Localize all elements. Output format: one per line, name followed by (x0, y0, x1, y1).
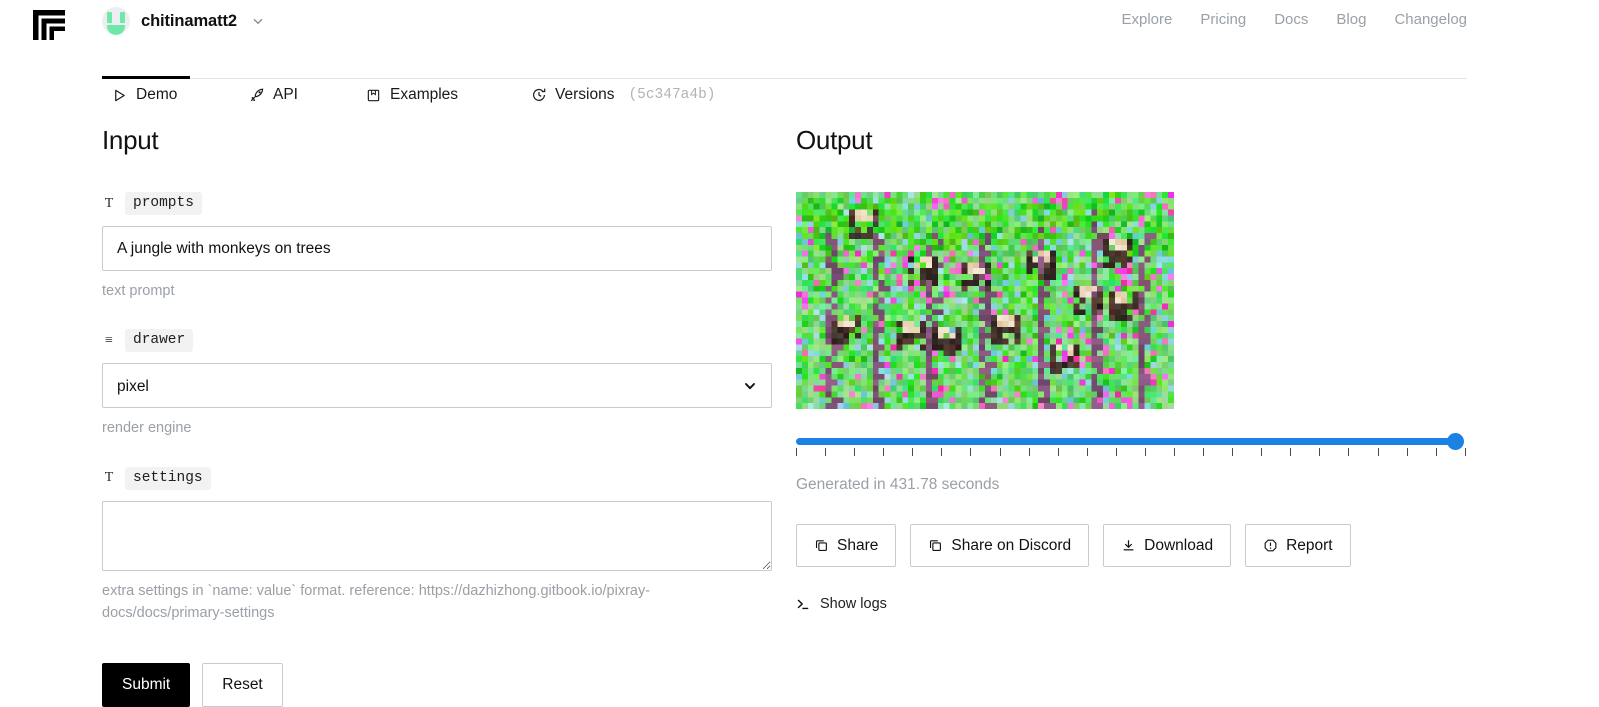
field-drawer-label: ≡ drawer (102, 329, 774, 353)
input-title: Input (102, 125, 159, 155)
tab-examples-label: Examples (390, 86, 459, 103)
download-icon (1121, 538, 1136, 553)
tab-api-label: API (273, 86, 298, 103)
main-nav: Explore Pricing Docs Blog Changelog (1122, 11, 1468, 28)
field-prompts-name: prompts (125, 192, 202, 215)
text-type-icon: T (104, 470, 114, 486)
alert-octagon-icon (1263, 538, 1278, 553)
tab-versions-label: Versions (555, 86, 615, 103)
field-settings: T settings extra settings in `name: valu… (102, 466, 774, 625)
share-button[interactable]: Share (796, 524, 897, 567)
download-button-label: Download (1144, 536, 1214, 554)
tab-demo-label: Demo (136, 86, 178, 103)
text-type-icon: T (104, 195, 114, 211)
show-logs-label: Show logs (820, 596, 887, 612)
field-drawer: ≡ drawer pixel render engine (102, 329, 774, 439)
field-drawer-name: drawer (125, 329, 194, 353)
drawer-select[interactable]: pixel (102, 363, 772, 409)
tab-demo[interactable]: Demo (111, 86, 177, 104)
nav-item-pricing[interactable]: Pricing (1200, 11, 1246, 28)
field-drawer-help: render engine (102, 420, 192, 437)
report-button[interactable]: Report (1245, 524, 1351, 567)
drawer-select-wrapper: pixel (102, 363, 772, 409)
show-logs-toggle[interactable]: Show logs (796, 596, 887, 612)
tab-examples[interactable]: Examples (365, 86, 458, 104)
settings-input[interactable] (102, 500, 772, 571)
tab-bar: Demo API Examples Versions (5c347a4b) (0, 40, 1599, 103)
share-on-discord-button-label: Share on Discord (951, 536, 1072, 554)
form-actions: Submit Reset (102, 662, 774, 707)
download-button[interactable]: Download (1103, 524, 1232, 567)
prompts-input[interactable] (102, 226, 772, 271)
share-on-discord-button[interactable]: Share on Discord (910, 524, 1090, 567)
nav-item-explore[interactable]: Explore (1122, 11, 1173, 28)
submit-button[interactable]: Submit (102, 662, 191, 707)
report-button-label: Report (1286, 536, 1333, 554)
nav-item-changelog[interactable]: Changelog (1394, 11, 1467, 28)
field-settings-help: extra settings in `name: value` format. … (102, 582, 651, 622)
owner-selector[interactable]: chitinamatt2 (102, 7, 264, 35)
nav-item-docs[interactable]: Docs (1274, 11, 1308, 28)
input-panel: Input T prompts text prompt ≡ drawer pix… (102, 125, 774, 707)
version-hash: (5c347a4b) (628, 87, 716, 103)
slider-ticks (796, 448, 1466, 456)
rocket-icon (248, 87, 265, 104)
slider-track[interactable] (796, 438, 1459, 445)
field-prompts-help: text prompt (102, 283, 175, 299)
output-frame-slider[interactable] (796, 431, 1466, 456)
output-actions: Share Share on Discord Download Report (796, 524, 1476, 567)
nav-item-blog[interactable]: Blog (1336, 11, 1366, 28)
output-title: Output (796, 125, 873, 155)
field-prompts-label: T prompts (102, 192, 774, 215)
terminal-icon (796, 597, 811, 612)
tab-bar-divider (102, 78, 1467, 79)
list-type-icon: ≡ (105, 332, 113, 348)
book-icon (365, 87, 382, 104)
owner-name: chitinamatt2 (141, 11, 237, 30)
output-image[interactable] (796, 192, 1174, 409)
field-settings-label: T settings (102, 466, 774, 490)
history-icon (530, 87, 547, 104)
reset-button[interactable]: Reset (202, 662, 283, 707)
generation-status: Generated in 431.78 seconds (796, 476, 1000, 493)
tab-active-indicator (102, 76, 190, 79)
avatar (102, 7, 130, 35)
share-button-label: Share (837, 536, 879, 554)
field-settings-name: settings (125, 466, 211, 490)
tab-versions[interactable]: Versions (5c347a4b) (530, 86, 715, 104)
copy-icon (814, 538, 829, 553)
output-panel: Output Generated in 431.78 seconds Share (796, 125, 1476, 617)
copy-icon (928, 538, 943, 553)
field-prompts: T prompts text prompt (102, 192, 774, 302)
chevron-down-icon[interactable] (252, 15, 264, 27)
tab-api[interactable]: API (248, 86, 298, 104)
play-icon (111, 87, 128, 104)
